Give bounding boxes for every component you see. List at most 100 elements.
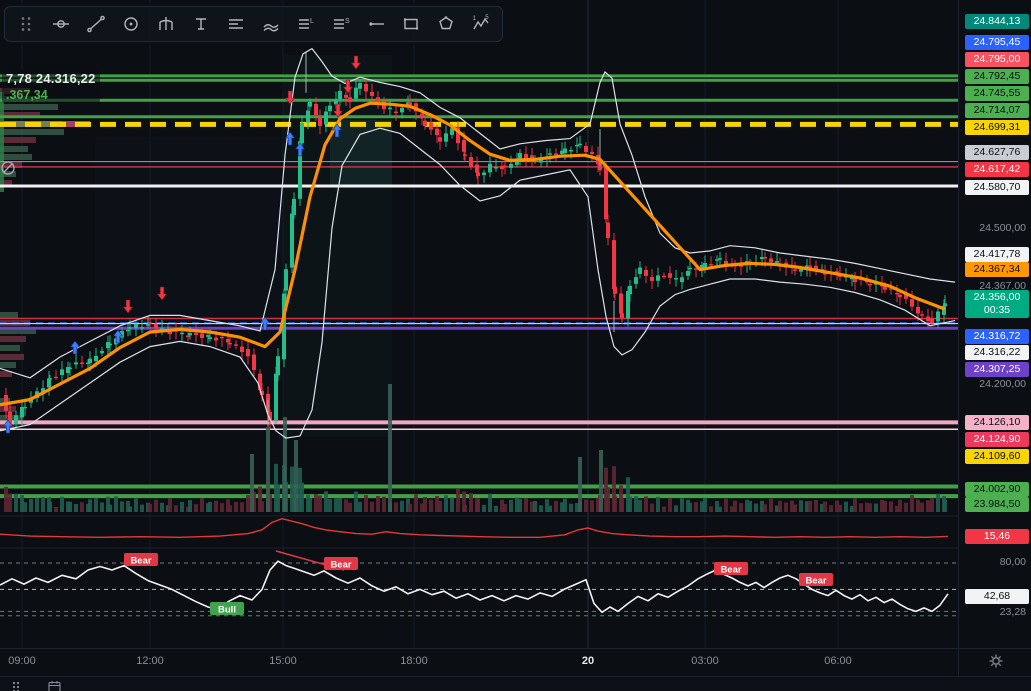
elliott-wave-tool-button[interactable]: 15 [468,11,494,37]
rectangle-tool-icon [401,14,421,34]
horizontal-ray-tool-icon [366,14,386,34]
time-label: 20 [582,655,594,667]
volume-spike-bar [599,450,603,512]
svg-text:Bear: Bear [330,560,351,571]
cross-line-tool-icon [51,14,71,34]
bear-label[interactable]: Bear [799,573,833,587]
menu-dots-icon[interactable] [10,680,22,691]
volume-profile-bar [0,104,58,110]
cross-line-tool-button[interactable] [48,11,74,37]
volume-profile-bar [0,362,16,368]
price-label: 24.109,60 [965,449,1029,464]
horizontal-ray-tool-button[interactable] [363,11,389,37]
indicator-legend: 7,78 24.316,22 .367,34 [2,70,100,103]
price-label: 42,68 [965,589,1029,604]
bull-label[interactable]: Bull [210,602,244,616]
volume-spike-bar [578,457,582,512]
volume-spike-bar [294,440,298,512]
polygon-tool-button[interactable] [433,11,459,37]
price-label: 24.745,55 [965,86,1029,101]
price-label: 24.367,34 [965,262,1029,277]
parallel-lines-tool-icon [226,14,246,34]
price-label: 24.002,90 [965,482,1029,497]
pitchfork-tool-icon [156,14,176,34]
chart-area[interactable]: Bear Bear Bear Bear Bull 7,78 24.316,22 .367… [0,0,958,648]
price-label: 24.200,00 [979,377,1026,392]
bear-label[interactable]: Bear [124,553,158,567]
price-label: 15,46 [965,529,1029,544]
pitchfork-tool-button[interactable] [153,11,179,37]
svg-text:Bull: Bull [218,605,236,616]
volume-profile-bar [0,354,24,360]
eye-crossed-icon[interactable] [0,160,16,181]
bear-label[interactable]: Bear [324,557,358,571]
svg-text:1: 1 [473,16,477,22]
time-label: 09:00 [8,655,36,667]
price-axis[interactable]: 24.844,1324.795,4524.795,0024.792,4524.7… [958,0,1031,648]
polygon-tool-icon [436,14,456,34]
time-axis[interactable]: 09:00 12:00 15:00 18:00 20 03:00 06:00 [0,648,958,677]
drag-handle-icon [16,14,36,34]
axis-corner [958,648,1031,677]
drag-handle-button[interactable] [13,11,39,37]
short-position-tool-button[interactable]: S [328,11,354,37]
time-label: 12:00 [136,655,164,667]
price-label: 24.844,13 [965,14,1029,29]
time-label: 03:00 [691,655,719,667]
text-label-tool-button[interactable] [188,11,214,37]
svg-text:S: S [345,18,350,25]
price-label: 24.124,90 [965,432,1029,447]
volume-profile-bar [0,312,18,318]
trading-chart-window: LS15 BearBearBearBearBull 7,78 24.316,22… [0,0,1031,691]
rectangle-tool-button[interactable] [398,11,424,37]
volume-spike-bar [250,454,254,512]
price-label: 24.500,00 [979,221,1026,236]
brush-tool-icon [261,14,281,34]
calendar-icon[interactable] [48,680,61,691]
svg-text:L: L [310,18,314,25]
svg-text:5: 5 [485,15,489,21]
momentum-line[interactable] [0,519,948,538]
svg-text:Bear: Bear [720,565,741,576]
time-label: 15:00 [269,655,297,667]
short-position-tool-icon: S [331,14,351,34]
volume-spike-bar [388,384,392,512]
legend-values-secondary: .367,34 [6,88,96,102]
price-label: 24.307,25 [965,362,1029,377]
trend-line-tool-icon [86,14,106,34]
bear-label[interactable]: Bear [714,562,748,576]
svg-text:Bear: Bear [805,576,826,587]
volume-profile-bar [0,345,20,351]
time-label: 06:00 [824,655,852,667]
brush-tool-button[interactable] [258,11,284,37]
rsi-line[interactable] [0,561,948,612]
bottom-toolbar [0,676,1031,691]
price-label: 24.795,45 [965,35,1029,50]
settings-gear-icon[interactable] [988,653,1004,674]
price-label: 24.792,45 [965,69,1029,84]
price-label: 24.316,22 [965,345,1029,360]
trend-line-tool-button[interactable] [83,11,109,37]
long-position-tool-button[interactable]: L [293,11,319,37]
highlight-region [95,137,283,325]
price-label: 24.316,72 [965,329,1029,344]
circle-tool-button[interactable] [118,11,144,37]
text-label-tool-icon [191,14,211,34]
price-label: 23.984,50 [965,497,1029,512]
volume-profile-bar [0,129,64,135]
volume-profile-bar [0,146,28,152]
svg-text:Bear: Bear [130,556,151,567]
chart-canvas[interactable]: Bear Bear Bear Bear Bull [0,0,958,648]
time-label: 18:00 [400,655,428,667]
price-label: 23,28 [1000,605,1026,620]
drawing-toolbar: LS15 [4,6,503,42]
volume-profile-bar [0,336,26,342]
price-label: 24.714,07 [965,103,1029,118]
volume-profile-bar [0,137,36,143]
parallel-lines-tool-button[interactable] [223,11,249,37]
price-label: 24.627,76 [965,145,1029,160]
price-label: 24.699,31 [965,120,1029,135]
volume-spike-bar [266,427,270,512]
legend-values-primary: 7,78 24.316,22 [6,71,96,86]
price-label: 24.417,78 [965,247,1029,262]
